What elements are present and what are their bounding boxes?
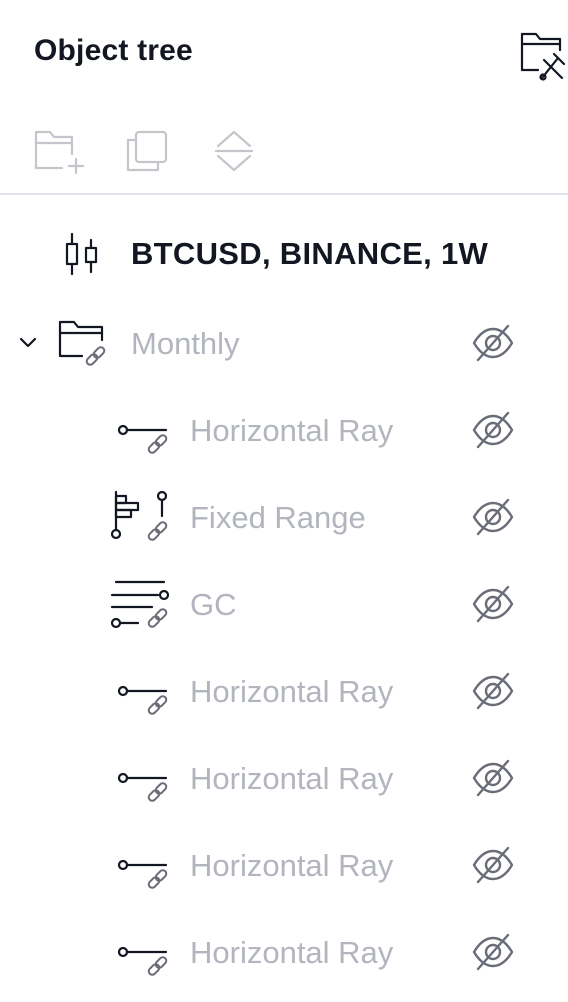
eye-crossed-icon[interactable] <box>470 757 516 799</box>
manage-drawings-button[interactable] <box>516 28 568 82</box>
move-button[interactable] <box>208 126 262 176</box>
tree-item-gc[interactable]: GC <box>0 561 568 648</box>
chevron-down-icon[interactable] <box>16 330 40 354</box>
tree-group-monthly[interactable]: Monthly <box>0 300 568 387</box>
tree-item-horizontal-ray[interactable]: Horizontal Ray <box>0 822 568 909</box>
tree-group-label: Monthly <box>131 326 240 361</box>
tree-item-label: Horizontal Ray <box>190 413 394 448</box>
horizontal-ray-icon <box>114 401 176 463</box>
divider <box>0 193 568 195</box>
horizontal-lines-icon <box>106 573 170 635</box>
linked-folder-icon <box>56 314 118 376</box>
tree-item-label: Fixed Range <box>190 500 366 535</box>
tree-item-horizontal-ray[interactable]: Horizontal Ray <box>0 735 568 822</box>
tree-item-label: Horizontal Ray <box>190 935 394 970</box>
fixed-range-volume-profile-icon <box>106 486 168 548</box>
symbol-label: BTCUSD, BINANCE, 1W <box>131 236 489 271</box>
folder-plus-icon <box>32 126 86 176</box>
tree-item-horizontal-ray[interactable]: Horizontal Ray <box>0 387 568 474</box>
create-group-button[interactable] <box>32 126 86 176</box>
candlestick-icon <box>60 230 100 278</box>
tree-item-label: Horizontal Ray <box>190 848 394 883</box>
eye-crossed-icon[interactable] <box>470 844 516 886</box>
horizontal-ray-icon <box>114 923 176 985</box>
panel-title: Object tree <box>34 34 193 67</box>
tree-item-label: GC <box>190 587 237 622</box>
folder-tools-icon <box>516 28 568 82</box>
clone-icon <box>120 126 174 176</box>
eye-crossed-icon[interactable] <box>470 670 516 712</box>
move-up-down-icon <box>208 126 262 176</box>
panel-header: Object tree <box>0 0 568 110</box>
horizontal-ray-icon <box>114 662 176 724</box>
eye-crossed-icon[interactable] <box>470 409 516 451</box>
symbol-row[interactable]: BTCUSD, BINANCE, 1W <box>0 222 568 288</box>
horizontal-ray-icon <box>114 749 176 811</box>
eye-crossed-icon[interactable] <box>470 322 516 364</box>
object-tree-toolbar <box>0 118 568 184</box>
clone-button[interactable] <box>120 126 174 176</box>
horizontal-ray-icon <box>114 836 176 898</box>
tree-item-horizontal-ray[interactable]: Horizontal Ray <box>0 648 568 735</box>
tree-item-label: Horizontal Ray <box>190 761 394 796</box>
eye-crossed-icon[interactable] <box>470 496 516 538</box>
tree-item-fixed-range[interactable]: Fixed Range <box>0 474 568 561</box>
tree-item-horizontal-ray[interactable]: Horizontal Ray <box>0 909 568 996</box>
eye-crossed-icon[interactable] <box>470 583 516 625</box>
eye-crossed-icon[interactable] <box>470 931 516 973</box>
tree-item-label: Horizontal Ray <box>190 674 394 709</box>
